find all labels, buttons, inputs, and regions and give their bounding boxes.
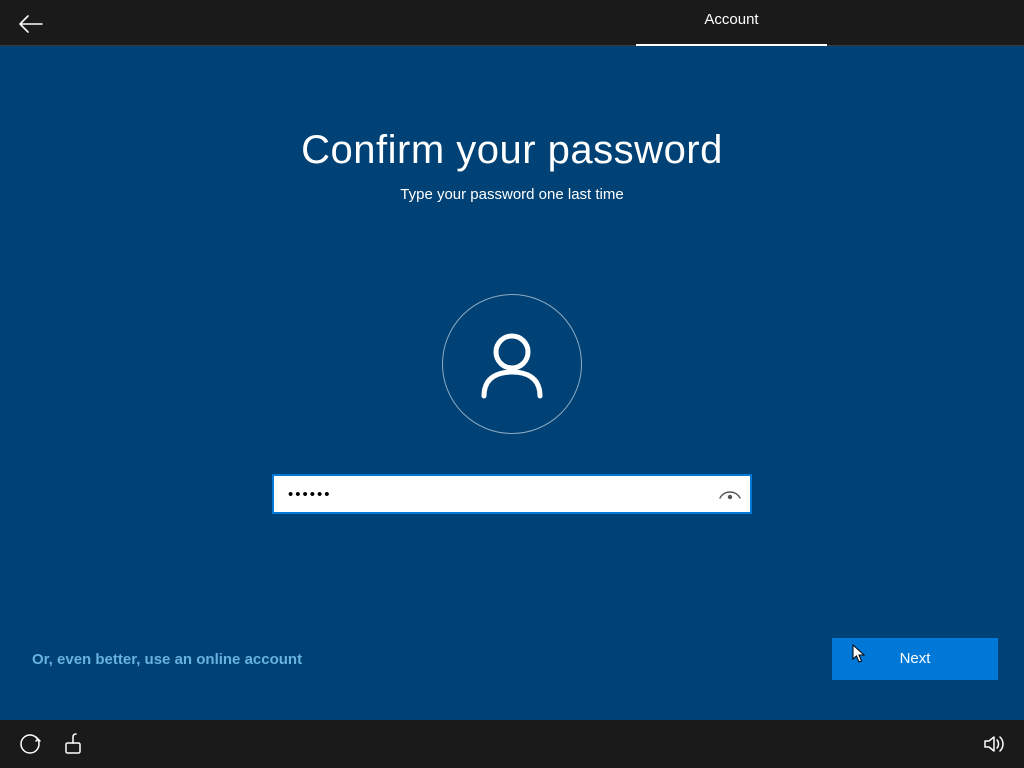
tab-account[interactable]: Account (636, 0, 827, 46)
main-content: Confirm your password Type your password… (0, 46, 1024, 720)
page-subtitle: Type your password one last time (0, 186, 1024, 203)
next-button[interactable]: Next (832, 638, 998, 680)
back-arrow-icon[interactable] (18, 14, 44, 34)
reveal-password-icon[interactable] (718, 484, 742, 504)
volume-icon[interactable] (982, 732, 1006, 756)
page-title: Confirm your password (0, 128, 1024, 173)
ease-of-access-icon[interactable] (18, 732, 42, 756)
input-method-icon[interactable] (62, 732, 86, 756)
tab-account-label: Account (704, 11, 758, 28)
password-field-container (272, 474, 752, 514)
use-online-account-link[interactable]: Or, even better, use an online account (32, 651, 302, 668)
topbar: Account (0, 0, 1024, 46)
bottombar (0, 720, 1024, 768)
password-input[interactable] (274, 476, 714, 512)
user-avatar-icon (442, 294, 582, 434)
